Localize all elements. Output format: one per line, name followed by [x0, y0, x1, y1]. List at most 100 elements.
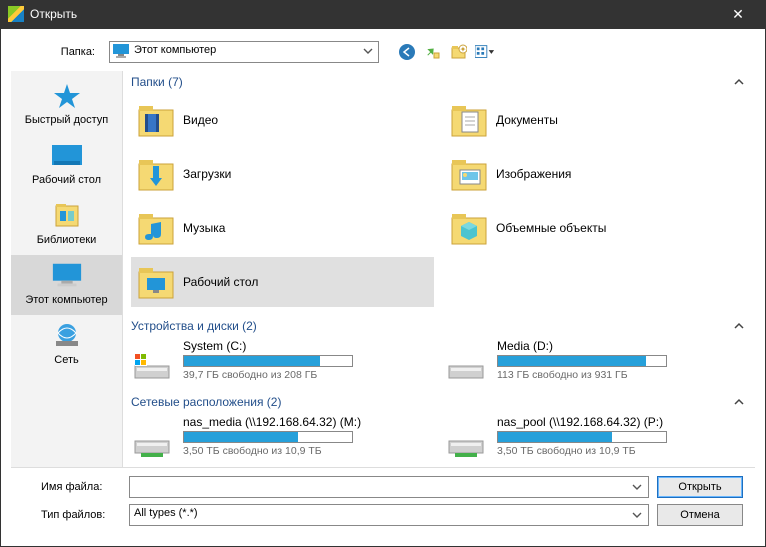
- filetype-row: Тип файлов: All types (*.*) Отмена: [23, 504, 743, 526]
- drive-free-text: 3,50 ТБ свободно из 10,9 ТБ: [183, 445, 431, 457]
- sidebar-item-libraries[interactable]: Библиотеки: [11, 195, 122, 255]
- dialog-body: Папка: Этот компьютер ✦: [0, 28, 766, 547]
- window-title: Открыть: [30, 7, 718, 21]
- network-drive-icon: [133, 427, 173, 459]
- sidebar-item-desktop[interactable]: Рабочий стол: [11, 135, 122, 195]
- drive-free-text: 3,50 ТБ свободно из 10,9 ТБ: [497, 445, 745, 457]
- folders-grid: Видео Документы Загрузки: [123, 93, 755, 315]
- location-bar: Папка: Этот компьютер ✦: [11, 39, 755, 71]
- filetype-combo[interactable]: All types (*.*): [129, 504, 649, 526]
- folder-label: Документы: [496, 113, 558, 127]
- drives-grid: System (C:) 39,7 ГБ свободно из 208 ГБ M…: [123, 337, 755, 391]
- drive-info: nas_media (\\192.168.64.32) (M:) 3,50 ТБ…: [183, 415, 431, 457]
- folder-desktop[interactable]: Рабочий стол: [131, 257, 434, 307]
- view-menu-button[interactable]: [475, 42, 495, 62]
- drive-name: System (C:): [183, 339, 431, 353]
- folder-label: Видео: [183, 113, 218, 127]
- collapse-icon: [733, 396, 747, 408]
- up-button[interactable]: [423, 42, 443, 62]
- sidebar-item-quick-access[interactable]: Быстрый доступ: [11, 75, 122, 135]
- places-sidebar: Быстрый доступ Рабочий стол Библиотеки Э…: [11, 71, 123, 467]
- open-button[interactable]: Открыть: [657, 476, 743, 498]
- file-listing[interactable]: Папки (7) Видео Документы: [123, 71, 755, 467]
- folder-label: Объемные объекты: [496, 221, 606, 235]
- chevron-down-icon: [632, 482, 642, 492]
- location-label: Папка:: [11, 46, 101, 58]
- folder-downloads[interactable]: Загрузки: [131, 149, 434, 199]
- drive-name: nas_media (\\192.168.64.32) (M:): [183, 415, 431, 429]
- desktop-folder-icon: [137, 263, 175, 301]
- 3d-folder-icon: [450, 209, 488, 247]
- section-folders-header[interactable]: Папки (7): [123, 71, 755, 93]
- computer-icon: [51, 262, 83, 290]
- images-folder-icon: [450, 155, 488, 193]
- drive-usage-bar: [497, 431, 667, 443]
- cancel-button[interactable]: Отмена: [657, 504, 743, 526]
- downloads-folder-icon: [137, 155, 175, 193]
- sidebar-item-this-pc[interactable]: Этот компьютер: [11, 255, 122, 315]
- folder-images[interactable]: Изображения: [444, 149, 747, 199]
- app-icon: [8, 6, 24, 22]
- network-icon: [51, 322, 83, 350]
- folder-label: Изображения: [496, 167, 571, 181]
- libraries-icon: [51, 202, 83, 230]
- monitor-icon: [113, 44, 129, 58]
- filetype-value: All types (*.*): [134, 507, 198, 519]
- section-title: Сетевые расположения (2): [131, 395, 281, 409]
- close-button[interactable]: ✕: [718, 6, 758, 23]
- drive-info: System (C:) 39,7 ГБ свободно из 208 ГБ: [183, 339, 431, 381]
- location-combo[interactable]: Этот компьютер: [109, 41, 379, 63]
- drive-usage-bar: [183, 355, 353, 367]
- sidebar-item-network[interactable]: Сеть: [11, 315, 122, 375]
- content-area: Быстрый доступ Рабочий стол Библиотеки Э…: [11, 71, 755, 467]
- drive-info: nas_pool (\\192.168.64.32) (P:) 3,50 ТБ …: [497, 415, 745, 457]
- sidebar-item-label: Библиотеки: [37, 234, 97, 246]
- netdrive-p[interactable]: nas_pool (\\192.168.64.32) (P:) 3,50 ТБ …: [447, 415, 745, 459]
- chevron-down-icon: [363, 46, 373, 56]
- star-icon: [51, 82, 83, 110]
- drive-free-text: 113 ГБ свободно из 931 ГБ: [497, 369, 745, 381]
- video-folder-icon: [137, 101, 175, 139]
- chevron-down-icon: [632, 510, 642, 520]
- folder-label: Рабочий стол: [183, 275, 258, 289]
- drive-usage-bar: [497, 355, 667, 367]
- sidebar-item-label: Сеть: [54, 354, 78, 366]
- folder-3d[interactable]: Объемные объекты: [444, 203, 747, 253]
- back-button[interactable]: [397, 42, 417, 62]
- drive-usage-bar: [183, 431, 353, 443]
- network-locations-grid: nas_media (\\192.168.64.32) (M:) 3,50 ТБ…: [123, 413, 755, 467]
- dialog-footer: Имя файла: Открыть Тип файлов: All types…: [11, 467, 755, 536]
- folder-video[interactable]: Видео: [131, 95, 434, 145]
- filename-label: Имя файла:: [23, 481, 121, 493]
- filetype-label: Тип файлов:: [23, 509, 121, 521]
- section-title: Устройства и диски (2): [131, 319, 257, 333]
- drive-c[interactable]: System (C:) 39,7 ГБ свободно из 208 ГБ: [133, 339, 431, 383]
- network-drive-icon: [447, 427, 487, 459]
- netdrive-m[interactable]: nas_media (\\192.168.64.32) (M:) 3,50 ТБ…: [133, 415, 431, 459]
- folder-label: Загрузки: [183, 167, 231, 181]
- drive-icon: [447, 351, 487, 383]
- drive-name: Media (D:): [497, 339, 745, 353]
- drive-info: Media (D:) 113 ГБ свободно из 931 ГБ: [497, 339, 745, 381]
- drive-icon: [133, 351, 173, 383]
- collapse-icon: [733, 76, 747, 88]
- sidebar-item-label: Рабочий стол: [32, 174, 101, 186]
- section-devices-header[interactable]: Устройства и диски (2): [123, 315, 755, 337]
- sidebar-item-label: Быстрый доступ: [25, 114, 109, 126]
- section-network-header[interactable]: Сетевые расположения (2): [123, 391, 755, 413]
- nav-icons: ✦: [397, 42, 495, 62]
- location-value: Этот компьютер: [109, 41, 379, 63]
- folder-documents[interactable]: Документы: [444, 95, 747, 145]
- folder-label: Музыка: [183, 221, 225, 235]
- folder-music[interactable]: Музыка: [131, 203, 434, 253]
- new-folder-button[interactable]: ✦: [449, 42, 469, 62]
- drive-free-text: 39,7 ГБ свободно из 208 ГБ: [183, 369, 431, 381]
- filename-row: Имя файла: Открыть: [23, 476, 743, 498]
- drive-name: nas_pool (\\192.168.64.32) (P:): [497, 415, 745, 429]
- documents-folder-icon: [450, 101, 488, 139]
- svg-text:✦: ✦: [460, 45, 467, 54]
- drive-d[interactable]: Media (D:) 113 ГБ свободно из 931 ГБ: [447, 339, 745, 383]
- collapse-icon: [733, 320, 747, 332]
- desktop-icon: [51, 142, 83, 170]
- filename-input[interactable]: [129, 476, 649, 498]
